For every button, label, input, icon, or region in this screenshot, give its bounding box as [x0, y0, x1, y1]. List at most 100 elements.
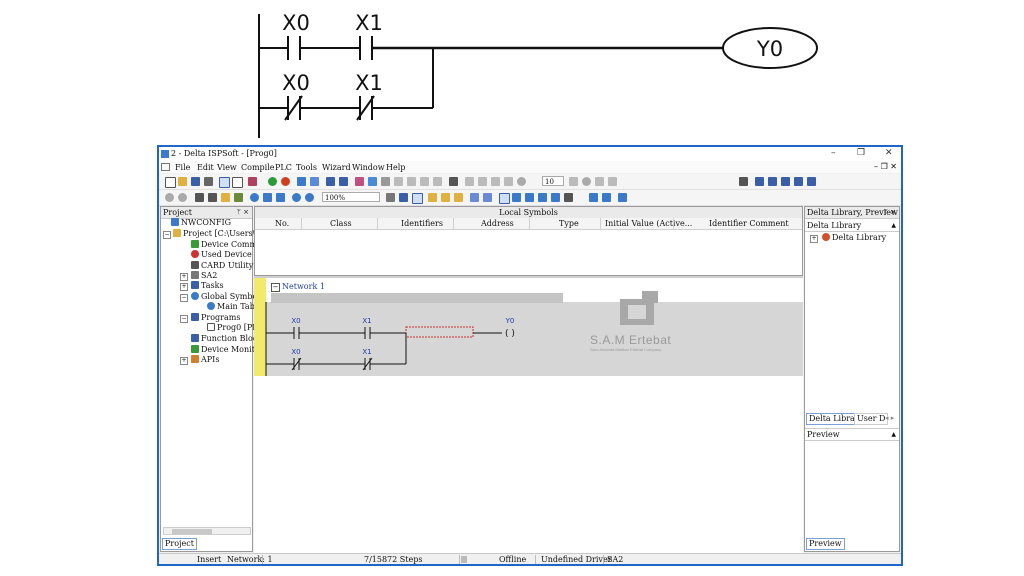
compare-icon[interactable]	[339, 177, 348, 186]
grid-icon[interactable]	[381, 177, 390, 186]
branch-icon[interactable]	[589, 193, 598, 202]
selected-cell[interactable]	[405, 326, 474, 338]
network-add-icon[interactable]	[441, 193, 450, 202]
replace-icon[interactable]	[263, 193, 272, 202]
tree-item-device-monitor[interactable]: Device Monitor	[191, 345, 264, 355]
document-icon[interactable]	[161, 163, 170, 171]
menu-compile[interactable]: Compile	[241, 163, 275, 172]
open-folder-icon[interactable]	[178, 177, 187, 186]
panel-pin-close-icon[interactable]: ᛘ ×	[884, 207, 896, 218]
block-icon[interactable]	[551, 193, 560, 202]
print-icon[interactable]	[204, 177, 213, 186]
spin-arrows-icon[interactable]	[569, 177, 578, 186]
tree-item-sa2[interactable]: SA2	[191, 271, 217, 281]
collapse-icon[interactable]: −	[180, 315, 188, 323]
contact-nc-icon[interactable]	[483, 193, 492, 202]
device-icon[interactable]	[368, 177, 377, 186]
tool-icon[interactable]	[794, 177, 803, 186]
panel-pin-close-icon[interactable]: ᛘ ×	[237, 207, 249, 218]
column-address[interactable]: Address	[481, 219, 514, 228]
minimize-button[interactable]: –	[831, 148, 836, 158]
expand-icon[interactable]: +	[180, 357, 188, 365]
expand-icon[interactable]: +	[810, 235, 818, 243]
tool-icon[interactable]	[807, 177, 816, 186]
and-icon[interactable]	[564, 193, 573, 202]
paste-icon[interactable]	[221, 193, 230, 202]
tree-item-programs[interactable]: Programs	[191, 313, 240, 323]
mdi-controls[interactable]: – ❐ ✕	[874, 162, 897, 171]
tab-user-library[interactable]: User D	[854, 413, 889, 425]
connect-icon[interactable]	[297, 177, 306, 186]
download-icon[interactable]	[310, 177, 319, 186]
tree-item-apis[interactable]: APIs	[191, 355, 219, 365]
menu-window[interactable]: Window	[352, 163, 385, 172]
branch-close-icon[interactable]	[602, 193, 611, 202]
column-type[interactable]: Type	[559, 219, 579, 228]
ladder-edit-icon[interactable]	[399, 193, 408, 202]
network-insert-icon[interactable]	[428, 193, 437, 202]
comment-icon[interactable]	[618, 193, 627, 202]
menu-view[interactable]: View	[217, 163, 237, 172]
tool-icon[interactable]	[768, 177, 777, 186]
upload-icon[interactable]	[326, 177, 335, 186]
network-delete-icon[interactable]	[454, 193, 463, 202]
tree-item-card-utility[interactable]: CARD Utility	[191, 261, 253, 271]
zoom-out-icon[interactable]	[305, 193, 314, 202]
tab-scroll-arrows-icon[interactable]: ◂ ▸	[885, 414, 894, 422]
horizontal-scrollbar[interactable]	[163, 527, 251, 535]
tree-item-nwconfig[interactable]: NWCONFIG	[171, 218, 231, 228]
scrollbar-thumb[interactable]	[172, 529, 212, 534]
collapse-icon[interactable]: −	[163, 231, 171, 239]
column-initial-value[interactable]: Initial Value (Active...	[605, 219, 692, 228]
table-icon[interactable]	[449, 177, 458, 186]
contact-no-icon[interactable]	[470, 193, 479, 202]
tab-preview[interactable]: Preview	[806, 538, 845, 550]
ladder-view-icon[interactable]	[412, 193, 423, 204]
function-icon[interactable]	[538, 193, 547, 202]
tree-item-tasks[interactable]: Tasks	[191, 281, 224, 291]
tool-icon[interactable]	[755, 177, 764, 186]
scroll-up-icon[interactable]: ▲	[891, 220, 896, 231]
wire-icon[interactable]	[512, 193, 521, 202]
layout-icon[interactable]	[219, 177, 230, 188]
run-icon[interactable]	[268, 177, 277, 186]
menu-tools[interactable]: Tools	[296, 163, 317, 172]
save-icon[interactable]	[191, 177, 200, 186]
menu-edit[interactable]: Edit	[197, 163, 214, 172]
column-identifiers[interactable]: Identifiers	[401, 219, 443, 228]
new-file-icon[interactable]	[165, 177, 176, 188]
back-icon[interactable]	[165, 193, 174, 202]
expand-icon[interactable]: +	[180, 273, 188, 281]
spin-input[interactable]: 10	[542, 176, 564, 186]
ladder-editor[interactable]: − Network 1 X0 X1 Y0 () X0 X1	[254, 278, 803, 554]
menu-help[interactable]: Help	[386, 163, 405, 172]
erase-icon[interactable]	[248, 177, 257, 186]
collapse-icon[interactable]: −	[180, 294, 188, 302]
ladder-mode-icon[interactable]	[386, 193, 395, 202]
select-cursor-icon[interactable]	[499, 193, 510, 204]
cut-icon[interactable]	[195, 193, 204, 202]
zoom-in-icon[interactable]	[292, 193, 301, 202]
tree-item-delta-library[interactable]: Delta Library	[822, 233, 886, 243]
coil-icon[interactable]	[525, 193, 534, 202]
copy-icon[interactable]	[208, 193, 217, 202]
zoom-select[interactable]: 100%	[322, 192, 380, 202]
tool-icon[interactable]	[781, 177, 790, 186]
menu-file[interactable]: File	[175, 163, 190, 172]
monitor-icon[interactable]	[355, 177, 364, 186]
scroll-up-icon[interactable]: ▲	[891, 429, 896, 440]
edit-icon[interactable]	[234, 193, 243, 202]
column-class[interactable]: Class	[330, 219, 352, 228]
column-no[interactable]: No.	[275, 219, 289, 228]
restore-button[interactable]: ❐	[857, 148, 865, 158]
column-identifier-comment[interactable]: Identifier Comment	[709, 219, 789, 228]
window-icon[interactable]	[232, 177, 243, 188]
goto-icon[interactable]	[276, 193, 285, 202]
tab-project[interactable]: Project	[162, 538, 197, 550]
forward-icon[interactable]	[178, 193, 187, 202]
find-icon[interactable]	[250, 193, 259, 202]
menu-wizard[interactable]: Wizard	[322, 163, 351, 172]
tool-icon[interactable]	[739, 177, 748, 186]
tree-item-global-symbols[interactable]: Global Symbols	[191, 292, 264, 302]
stop-icon[interactable]	[281, 177, 290, 186]
